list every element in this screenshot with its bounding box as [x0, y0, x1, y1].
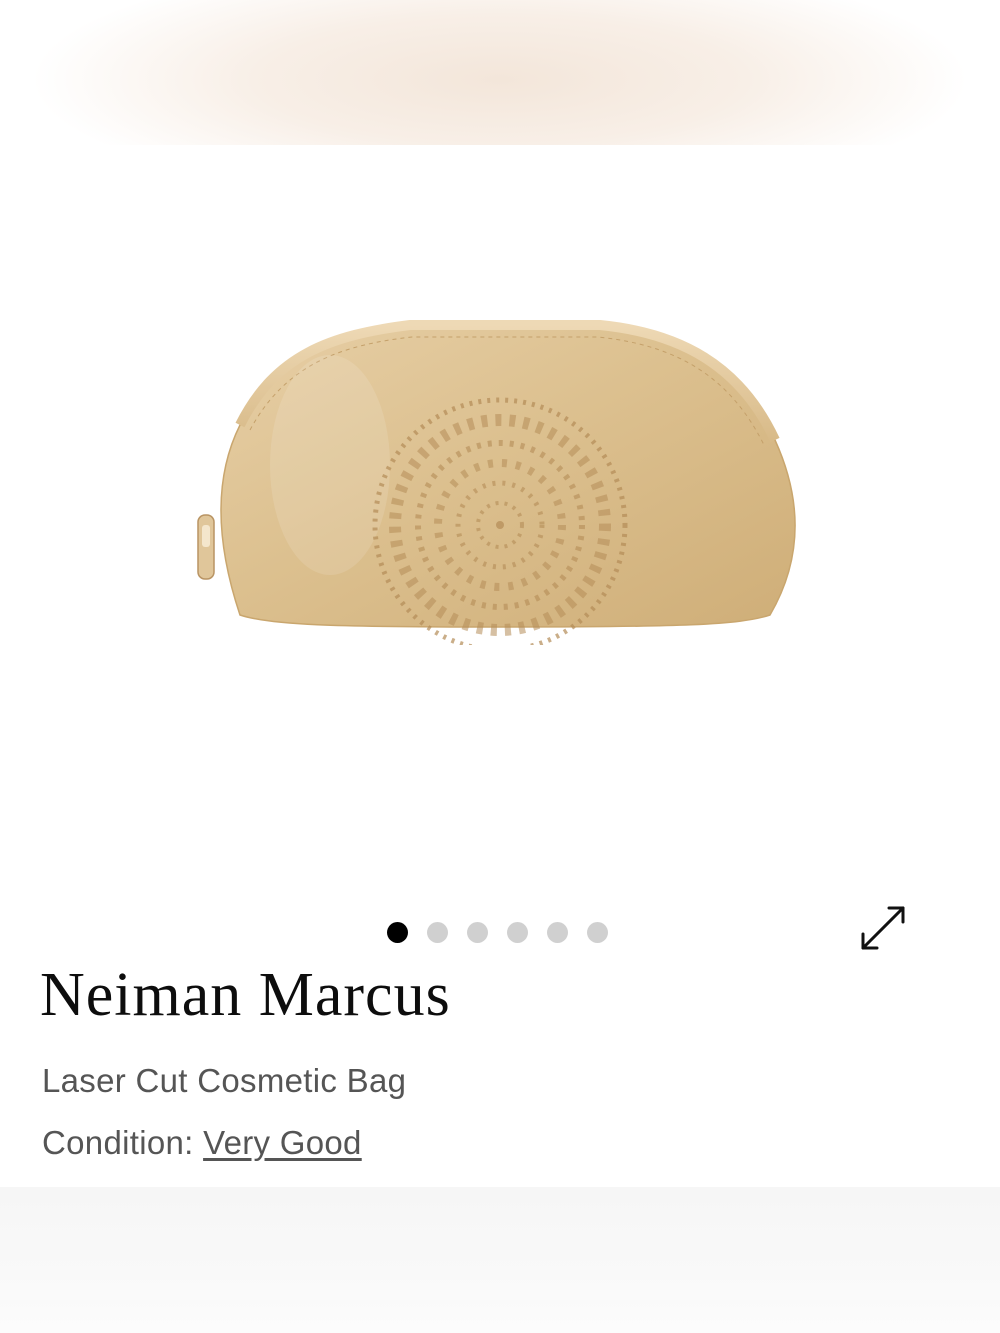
previous-content-shade [0, 0, 1000, 145]
condition-value-link[interactable]: Very Good [203, 1124, 362, 1161]
condition-label: Condition: [42, 1124, 204, 1161]
product-image [197, 320, 796, 645]
product-image-gallery[interactable] [0, 145, 1000, 905]
bottom-panel-shade [0, 1187, 1000, 1333]
product-name: Laser Cut Cosmetic Bag [42, 1062, 407, 1099]
condition-row: Condition: Very Good [42, 1124, 362, 1162]
expand-arrows-icon [861, 906, 905, 950]
expand-image-button[interactable] [854, 900, 912, 956]
gallery-pagination [387, 921, 608, 943]
gallery-dot-4[interactable] [507, 921, 528, 943]
brand-title: Neiman Marcus [40, 961, 451, 1029]
gallery-dot-1[interactable] [387, 921, 408, 943]
gallery-dot-6[interactable] [587, 921, 608, 943]
gallery-dot-5[interactable] [547, 921, 568, 943]
gallery-dot-3[interactable] [467, 921, 488, 943]
gallery-dot-2[interactable] [427, 921, 448, 943]
